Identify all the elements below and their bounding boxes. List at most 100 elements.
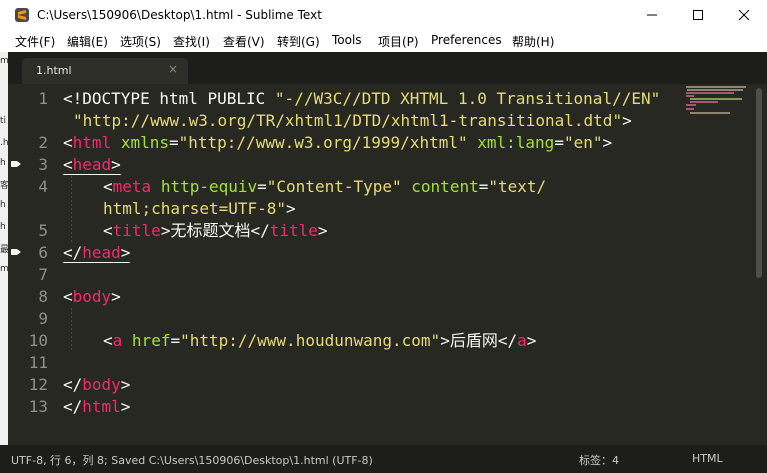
minimap-line [686,95,694,97]
code-token: head [82,243,121,263]
code-token: "-//W3C//DTD XHTML 1.0 Transitional//EN" [274,89,661,108]
bookmark-icon [11,161,21,167]
edge-text: 客 [0,181,8,191]
tab-size-indicator[interactable]: 标签：4 [579,452,619,468]
minimap-line [690,112,730,114]
minimap-line [690,101,718,103]
code-token: >后盾网</ [440,331,518,350]
menu-view[interactable]: 查看(V) [223,33,265,50]
edge-text: h [0,200,6,210]
code-token: < [103,177,113,196]
line-number: 5 [38,221,48,240]
line-number: 1 [38,89,48,108]
code-token: xmlns [120,133,169,152]
code-token: content [411,177,479,196]
indent-guide [71,176,72,242]
sublime-text-app-icon [15,8,29,22]
code-token: a [112,331,123,350]
code-token: = [478,177,489,196]
code-token: html [82,397,121,416]
close-button[interactable] [721,0,767,30]
code-token: >无标题文档</ [160,221,270,240]
syntax-indicator[interactable]: HTML [692,452,723,465]
line-number: 2 [38,133,48,152]
code-token: < [103,221,113,240]
minimize-button[interactable] [629,0,675,30]
bookmark-icon [11,249,21,255]
code-token: "http://www.w3.org/TR/xhtml1/DTD/xhtml1-… [73,111,623,130]
code-line-5: <title>无标题文档</title> [103,220,328,242]
menu-help[interactable]: 帮助(H) [512,33,554,50]
code-line-12: </body> [63,374,130,396]
minimap[interactable] [686,86,750,116]
code-token: < [63,155,73,175]
code-token: html;charset=UTF-8" [103,199,287,218]
menu-project[interactable]: 项目(P) [378,33,419,50]
window-title: C:\Users\150906\Desktop\1.html - Sublime… [37,8,322,22]
code-token: "Content-Type" [266,177,402,196]
code-line-8: <body> [63,286,121,308]
code-token: <!DOCTYPE html PUBLIC [63,89,275,108]
code-editor[interactable]: 1 2 3 4 5 6 7 8 9 10 11 12 13 <!DOCTYPE … [8,84,767,445]
edge-text: m [0,56,8,66]
menu-goto[interactable]: 转到(G) [277,33,320,50]
vertical-scrollbar[interactable] [756,88,762,278]
minimap-line [686,92,734,94]
code-token: a [517,331,527,350]
code-token: = [170,331,181,350]
maximize-button[interactable] [675,0,721,30]
menu-preferences[interactable]: Preferences [431,33,502,47]
menu-tools[interactable]: Tools [332,33,362,47]
edge-text: m [0,264,8,274]
code-token: title [112,221,161,240]
line-number: 11 [28,353,48,372]
code-token: "http://www.w3.org/1999/xhtml" [178,133,468,152]
line-number: 12 [28,375,48,394]
edge-text: 最 [0,245,8,255]
menu-selection[interactable]: 选项(S) [120,33,161,50]
status-text: UTF-8, 行 6，列 8; Saved C:\Users\150906\De… [11,454,373,467]
code-token: http-equiv [160,177,258,196]
code-token: "text/ [488,177,547,196]
tab-close-icon[interactable]: × [168,62,178,76]
code-token: = [554,133,564,152]
code-line-3: <head> [63,154,121,176]
code-token: > [120,375,131,394]
minimap-line [686,86,746,88]
line-number: 7 [38,265,48,284]
minimap-line [686,104,696,106]
code-token: body [72,287,112,306]
code-token: meta [112,177,152,196]
tab-1-html[interactable]: 1.html × [22,58,188,84]
code-token: = [257,177,267,196]
code-token: < [63,133,73,152]
menu-file[interactable]: 文件(F) [15,33,55,50]
edge-text: h [0,222,6,232]
code-token: > [111,287,121,306]
code-token: = [168,133,179,152]
code-token: title [269,221,318,240]
code-token: > [526,331,537,350]
code-token: < [63,287,73,306]
code-token: > [120,397,131,416]
code-token: > [602,133,613,152]
maximize-icon [693,10,703,20]
code-line-13: </html> [63,396,130,418]
code-line-1-wrap: "http://www.w3.org/TR/xhtml1/DTD/xhtml1-… [73,110,632,132]
title-bar: C:\Users\150906\Desktop\1.html - Sublime… [0,0,767,30]
menu-bar: 文件(F) 编辑(E) 选项(S) 查找(I) 查看(V) 转到(G) Tool… [0,30,767,53]
code-token: "http://www.houdunwang.com" [180,331,441,350]
menu-edit[interactable]: 编辑(E) [67,33,108,50]
code-token: "en" [563,133,603,152]
code-line-2: <html xmlns="http://www.w3.org/1999/xhtm… [63,132,612,154]
background-window-edge: m ti .h h 客 h h 最 m [0,52,8,445]
menu-find[interactable]: 查找(I) [173,33,210,50]
code-line-4-wrap: html;charset=UTF-8"> [103,198,296,220]
close-icon [738,9,750,21]
code-token: href [131,331,171,350]
